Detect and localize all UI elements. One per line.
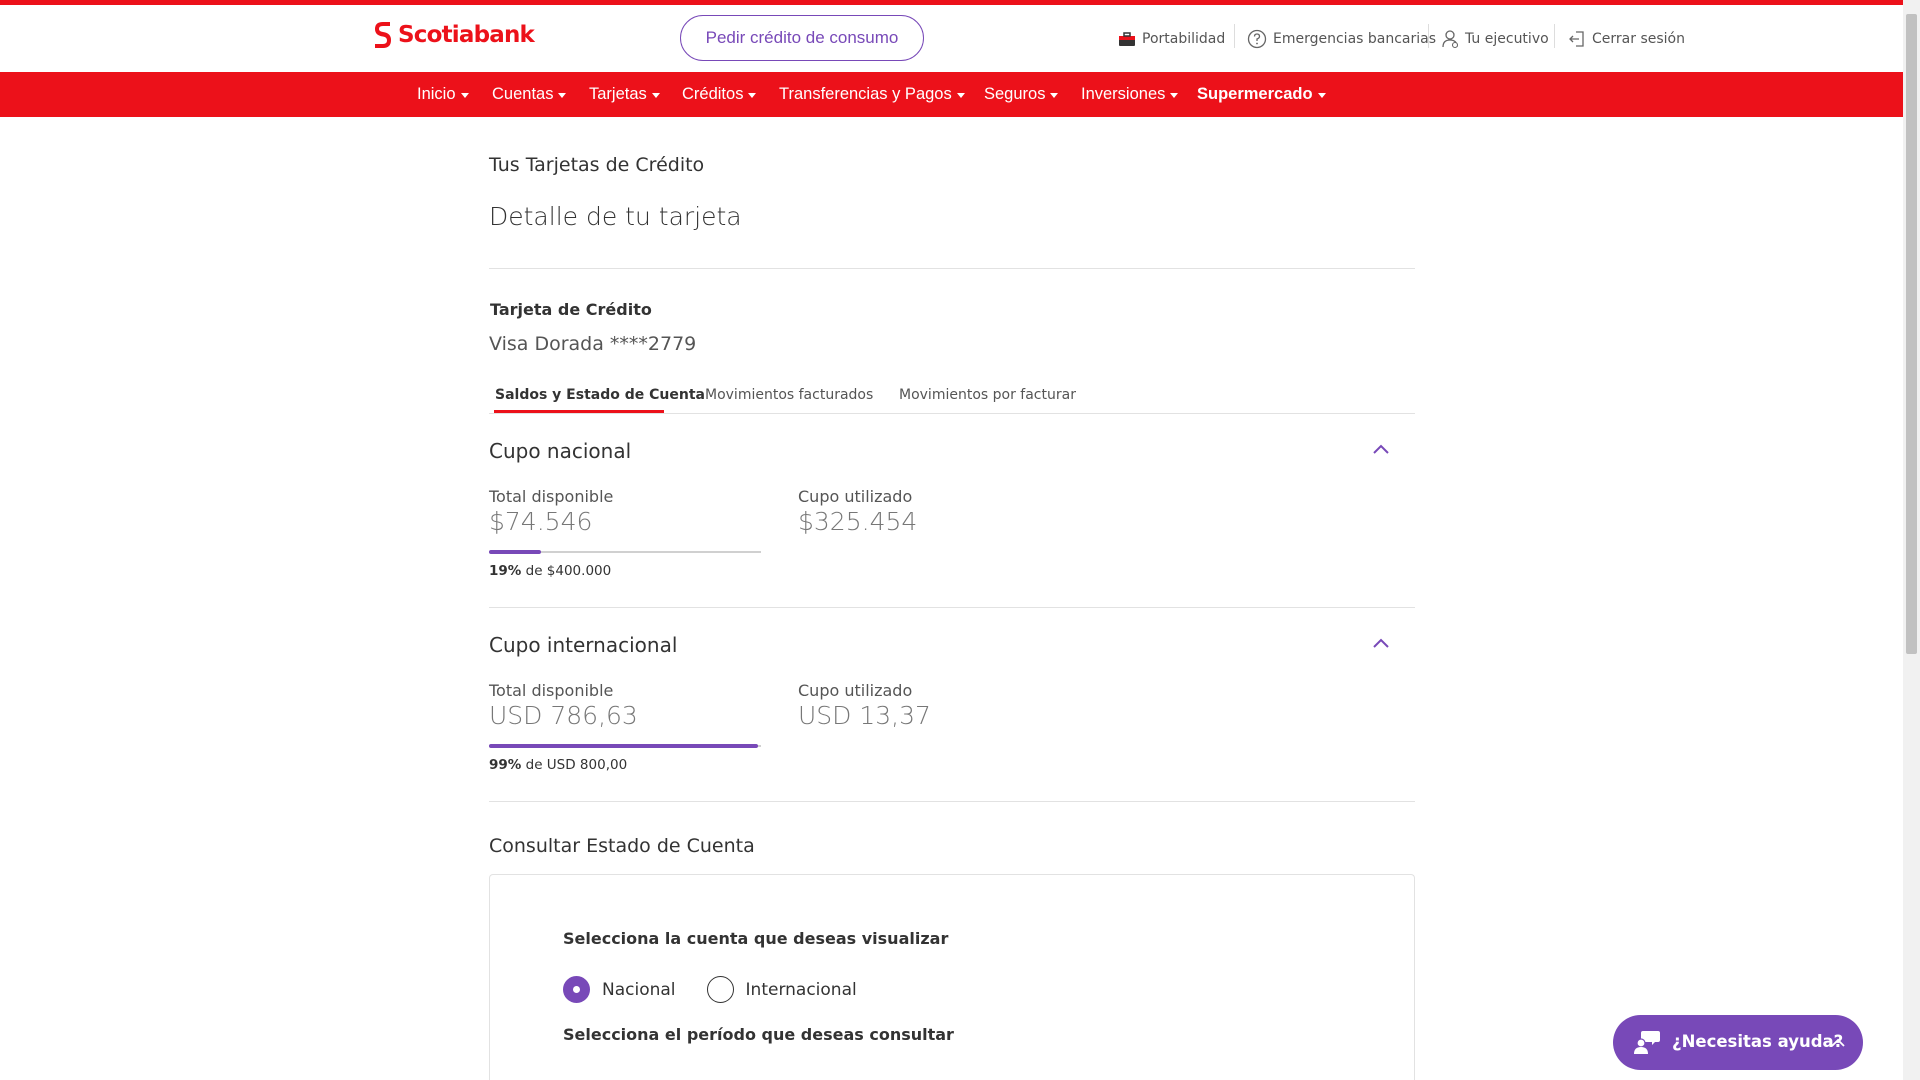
- briefcase-icon: [1119, 31, 1135, 46]
- select-period-label: Selecciona el período que deseas consult…: [563, 1025, 954, 1044]
- radio-label: Internacional: [745, 979, 857, 1000]
- logout-label: Cerrar sesión: [1592, 31, 1685, 47]
- usage-progress-fill: [489, 550, 541, 554]
- user-icon: [1442, 30, 1459, 49]
- chevron-up-icon[interactable]: [1372, 637, 1390, 649]
- page-scrollbar[interactable]: [1903, 0, 1920, 1080]
- nav-item-inicio[interactable]: Inicio: [417, 72, 469, 117]
- logout-link[interactable]: Cerrar sesión: [1568, 24, 1685, 54]
- radio-button-checked[interactable]: [563, 976, 590, 1003]
- divider: [489, 801, 1415, 802]
- caret-down-icon: [460, 93, 469, 98]
- page-title: Detalle de tu tarjeta: [489, 202, 742, 231]
- available-label: Total disponible: [489, 681, 614, 700]
- usage-progress-bar: [489, 744, 761, 748]
- nav-item-supermercado[interactable]: Supermercado: [1197, 72, 1326, 117]
- tab-movimientos-facturados[interactable]: Movimientos facturados: [705, 387, 873, 403]
- tab-movimientos-por-facturar[interactable]: Movimientos por facturar: [899, 387, 1076, 403]
- chat-agent-icon: [1634, 1031, 1660, 1054]
- used-label: Cupo utilizado: [798, 487, 913, 506]
- account-type-radio-group: Nacional Internacional: [563, 976, 888, 1003]
- caret-down-icon: [1050, 93, 1059, 98]
- bank-emergencies-link[interactable]: Emergencias bancarias: [1247, 24, 1436, 54]
- available-amount: USD 786,63: [489, 701, 638, 730]
- cupo-internacional-title: Cupo internacional: [489, 633, 678, 657]
- caret-down-icon: [558, 93, 567, 98]
- radio-option-internacional[interactable]: Internacional: [706, 976, 857, 1003]
- portability-link[interactable]: Portabilidad: [1118, 24, 1225, 54]
- usage-percent: 19%: [489, 563, 522, 579]
- caret-down-icon: [1317, 93, 1326, 98]
- help-chat-button[interactable]: ¿Necesitas ayuda?: [1613, 1015, 1863, 1070]
- nav-item-label: Inicio: [417, 85, 456, 103]
- main-nav: Inicio Cuentas Tarjetas Créditos Transfe…: [0, 72, 1903, 117]
- available-amount: $74.546: [489, 507, 593, 536]
- active-tab-indicator: [494, 410, 664, 413]
- scrollbar-thumb[interactable]: [1906, 14, 1917, 654]
- nav-item-label: Cuentas: [492, 85, 554, 103]
- divider: [489, 607, 1415, 608]
- radio-label: Nacional: [602, 979, 676, 1000]
- select-account-label: Selecciona la cuenta que deseas visualiz…: [563, 929, 949, 948]
- card-type-label: Tarjeta de Crédito: [490, 300, 652, 319]
- bank-emergencies-label: Emergencias bancarias: [1273, 31, 1437, 47]
- divider: [1554, 24, 1555, 48]
- request-consumer-credit-button[interactable]: Pedir crédito de consumo: [680, 15, 924, 61]
- logout-icon: [1569, 31, 1584, 47]
- nav-item-cuentas[interactable]: Cuentas: [492, 72, 567, 117]
- used-amount: $325.454: [798, 507, 918, 536]
- usage-percent: 99%: [489, 757, 522, 773]
- section-title: Tus Tarjetas de Crédito: [489, 154, 705, 176]
- nav-item-label: Transferencias y Pagos: [779, 85, 952, 103]
- available-label: Total disponible: [489, 487, 614, 506]
- nav-item-transferencias[interactable]: Transferencias y Pagos: [779, 72, 965, 117]
- nav-item-seguros[interactable]: Seguros: [984, 72, 1059, 117]
- chevron-up-icon: [1831, 1038, 1845, 1047]
- usage-total: de USD 800,00: [525, 757, 628, 773]
- nav-item-creditos[interactable]: Créditos: [682, 72, 757, 117]
- usage-percentage-text: 99% de USD 800,00: [489, 757, 627, 773]
- consult-statement-panel: Selecciona la cuenta que deseas visualiz…: [489, 874, 1415, 1080]
- scotiabank-logo-icon: [375, 22, 391, 48]
- usage-percentage-text: 19% de $400.000: [489, 563, 611, 579]
- card-name: Visa Dorada ****2779: [489, 333, 697, 355]
- usage-total: de $400.000: [525, 563, 612, 579]
- usage-progress-bar: [489, 550, 761, 554]
- radio-button[interactable]: [706, 976, 734, 1003]
- divider: [1428, 24, 1429, 48]
- brand-name: Scotiabank: [398, 22, 535, 48]
- used-amount: USD 13,37: [798, 701, 931, 730]
- nav-item-tarjetas[interactable]: Tarjetas: [589, 72, 660, 117]
- usage-progress-fill: [489, 744, 758, 748]
- nav-item-label: Seguros: [984, 85, 1046, 103]
- nav-item-label: Créditos: [682, 85, 744, 103]
- caret-down-icon: [748, 93, 757, 98]
- tab-saldos-estado-cuenta[interactable]: Saldos y Estado de Cuenta: [495, 387, 705, 403]
- question-circle-icon: [1247, 29, 1267, 49]
- nav-item-inversiones[interactable]: Inversiones: [1081, 72, 1179, 117]
- your-executive-label: Tu ejecutivo: [1465, 31, 1549, 47]
- caret-down-icon: [956, 93, 965, 98]
- caret-down-icon: [651, 93, 660, 98]
- nav-item-label: Tarjetas: [589, 85, 647, 103]
- divider: [489, 268, 1415, 269]
- divider: [1234, 24, 1235, 48]
- consult-statement-title: Consultar Estado de Cuenta: [489, 835, 755, 857]
- used-label: Cupo utilizado: [798, 681, 913, 700]
- help-label: ¿Necesitas ayuda?: [1672, 1032, 1844, 1051]
- scotiabank-logo[interactable]: Scotiabank: [372, 21, 535, 49]
- tabs-divider: [489, 413, 1415, 414]
- portability-label: Portabilidad: [1142, 31, 1226, 47]
- your-executive-link[interactable]: Tu ejecutivo: [1441, 24, 1549, 54]
- radio-option-nacional[interactable]: Nacional: [563, 976, 676, 1003]
- chevron-up-icon[interactable]: [1372, 443, 1390, 455]
- nav-item-label: Inversiones: [1081, 85, 1166, 103]
- caret-down-icon: [1170, 93, 1179, 98]
- header: Scotiabank Pedir crédito de consumo Port…: [0, 5, 1903, 72]
- nav-item-label: Supermercado: [1197, 85, 1313, 103]
- cupo-nacional-title: Cupo nacional: [489, 439, 632, 463]
